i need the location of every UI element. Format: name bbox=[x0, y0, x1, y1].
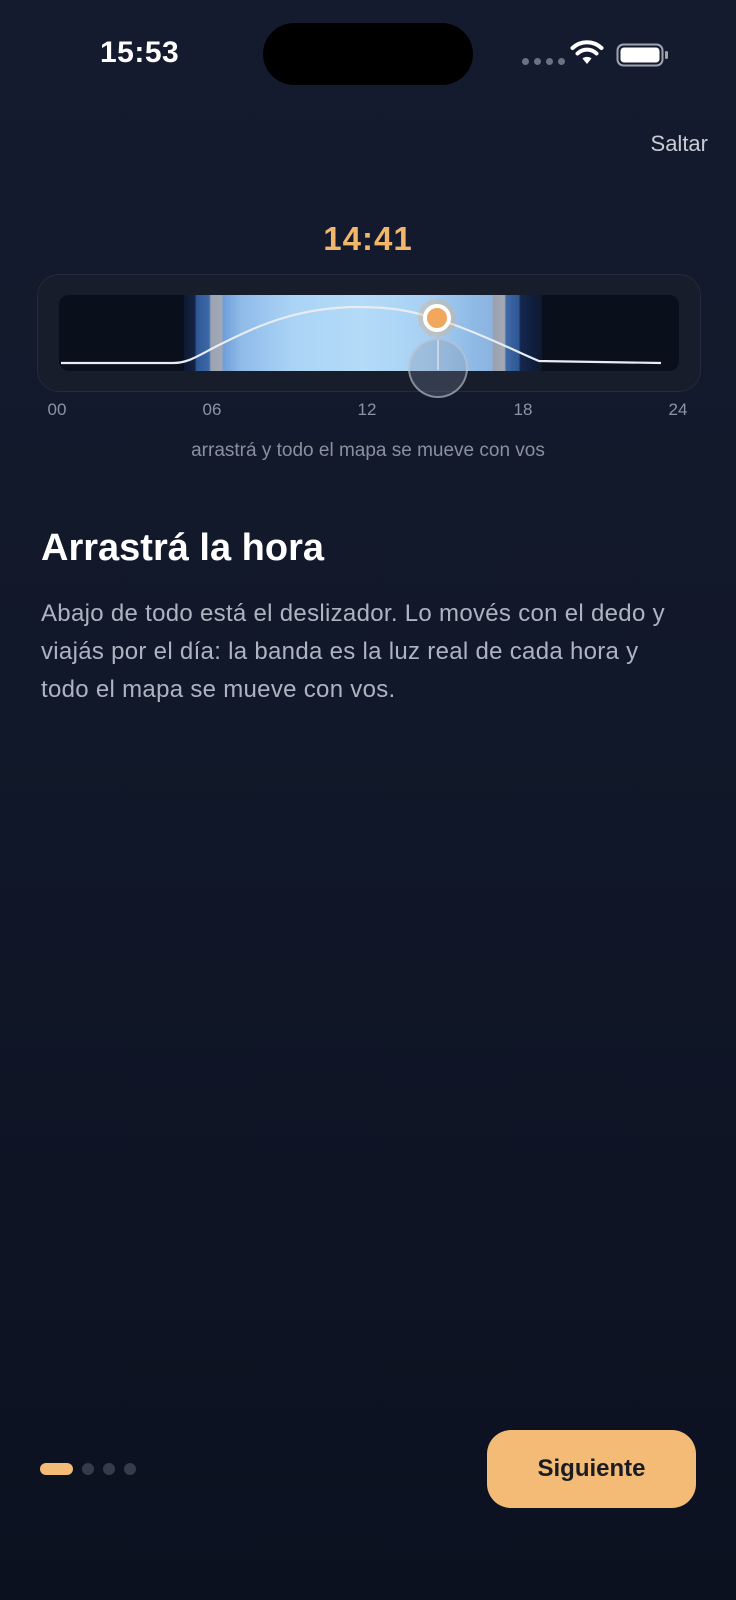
page-dot bbox=[82, 1463, 94, 1475]
hour-label: 12 bbox=[357, 400, 377, 419]
slider-hint: arrastrá y todo el mapa se mueve con vos bbox=[191, 440, 545, 461]
page-dot-active bbox=[40, 1463, 73, 1475]
hour-label: 06 bbox=[202, 400, 222, 419]
page-dot bbox=[103, 1463, 115, 1475]
time-slider[interactable] bbox=[37, 274, 701, 392]
battery-icon bbox=[616, 43, 668, 67]
page-title: Arrastrá la hora bbox=[41, 527, 325, 569]
next-button[interactable]: Siguiente bbox=[487, 1430, 696, 1508]
hour-label: 18 bbox=[513, 400, 533, 419]
drag-handle-line bbox=[437, 340, 439, 370]
hour-axis: 00 06 12 18 24 bbox=[0, 400, 736, 422]
current-time-label: 14:41 bbox=[323, 220, 413, 257]
dynamic-island bbox=[263, 23, 473, 85]
sun-position-marker bbox=[423, 304, 451, 332]
skip-button[interactable]: Saltar bbox=[645, 130, 714, 158]
daylight-curve bbox=[61, 305, 662, 365]
wifi-icon bbox=[570, 40, 604, 64]
page-dot bbox=[124, 1463, 136, 1475]
cellular-signal-icon bbox=[522, 58, 565, 65]
hour-label: 24 bbox=[668, 400, 688, 419]
status-bar-time: 15:53 bbox=[100, 36, 180, 69]
onboarding-screen: 15:53 Saltar 14:41 00 06 12 18 24 arrast… bbox=[0, 0, 736, 1600]
page-indicator bbox=[40, 1463, 136, 1475]
hour-label: 00 bbox=[47, 400, 67, 419]
page-description: Abajo de todo está el deslizador. Lo mov… bbox=[41, 600, 665, 703]
slider-drag-handle[interactable] bbox=[408, 338, 468, 398]
